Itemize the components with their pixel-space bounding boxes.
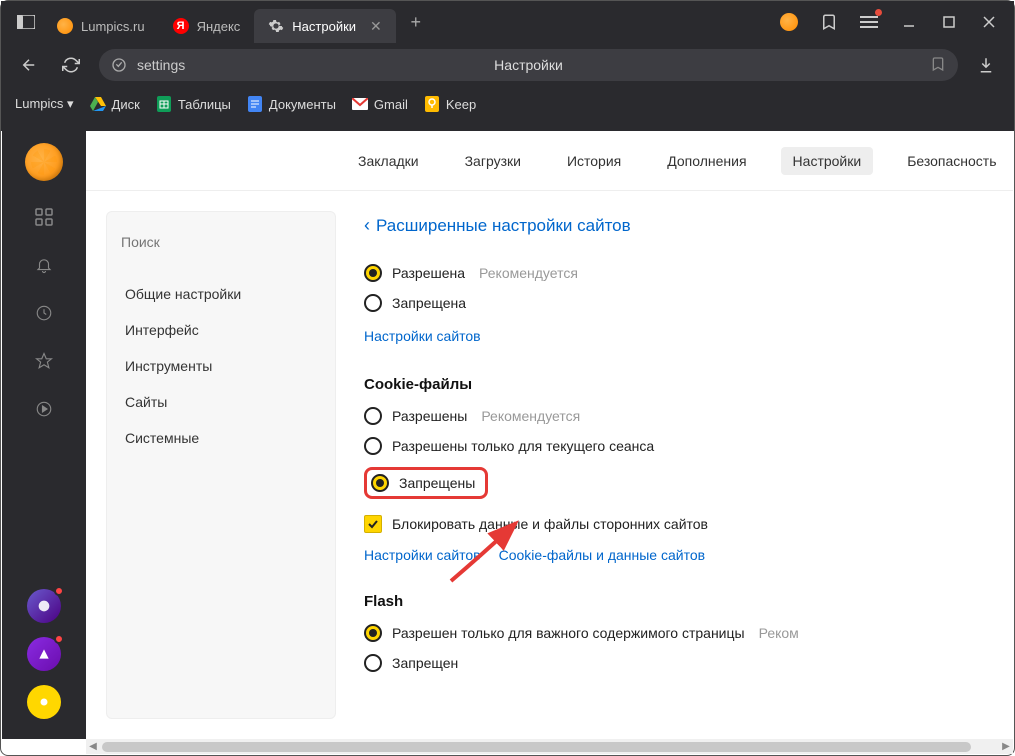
nav-security[interactable]: Безопасность	[895, 147, 1008, 175]
sidebar-item-system[interactable]: Системные	[107, 420, 335, 456]
radio-icon	[364, 264, 382, 282]
settings-page: Закладки Загрузки История Дополнения Нас…	[86, 131, 1013, 739]
radio-icon	[364, 654, 382, 672]
grid-icon[interactable]	[32, 205, 56, 229]
radio-icon	[364, 407, 382, 425]
nav-downloads[interactable]: Загрузки	[453, 147, 533, 175]
radio-cookies-session[interactable]: Разрешены только для текущего сеанса	[364, 437, 1009, 455]
star-icon[interactable]	[32, 349, 56, 373]
bookmarks-bar: Lumpics ▾ Диск Таблицы Документы Gmail K…	[1, 87, 1014, 121]
maximize-icon[interactable]	[938, 11, 960, 33]
bookmark-disk[interactable]: Диск	[90, 96, 140, 112]
tab-settings[interactable]: Настройки ✕	[254, 9, 395, 43]
page-title: Настройки	[494, 57, 563, 73]
menu-icon[interactable]	[858, 11, 880, 33]
orange-icon	[57, 18, 73, 34]
sidebar-item-general[interactable]: Общие настройки	[107, 276, 335, 312]
radio-flash-important[interactable]: Разрешен только для важного содержимого …	[364, 624, 1009, 642]
sidebar-item-tools[interactable]: Инструменты	[107, 348, 335, 384]
browser-chrome: Lumpics.ru Я Яндекс Настройки ✕ +	[1, 1, 1014, 131]
gmail-icon	[352, 96, 368, 112]
checkbox-block-thirdparty[interactable]: Блокировать данные и файлы сторонних сай…	[364, 515, 1009, 533]
minimize-icon[interactable]	[898, 11, 920, 33]
address-bar[interactable]: settings Настройки	[99, 49, 958, 81]
chevron-left-icon: ‹	[364, 215, 370, 236]
panel-toggle-icon[interactable]	[9, 8, 43, 36]
bookmark-sheets[interactable]: Таблицы	[156, 96, 231, 112]
sidebar-item-sites[interactable]: Сайты	[107, 384, 335, 420]
drive-icon	[90, 96, 106, 112]
radio-icon	[364, 437, 382, 455]
close-window-icon[interactable]	[978, 11, 1000, 33]
tab-lumpics[interactable]: Lumpics.ru	[43, 9, 159, 43]
scroll-right-icon[interactable]: ▶	[999, 741, 1013, 752]
nav-bookmarks[interactable]: Закладки	[346, 147, 431, 175]
link-cookie-data[interactable]: Cookie-файлы и данные сайтов	[499, 547, 705, 563]
address-bar-row: settings Настройки	[1, 43, 1014, 87]
back-link[interactable]: ‹ Расширенные настройки сайтов	[364, 215, 1009, 236]
rail-app-2[interactable]	[27, 637, 61, 671]
radio-cookies-blocked[interactable]: Запрещены	[371, 474, 475, 492]
bookmark-lumpics[interactable]: Lumpics ▾	[15, 96, 74, 112]
profile-avatar[interactable]	[25, 143, 63, 181]
bookmark-icon[interactable]	[818, 11, 840, 33]
rail-app-1[interactable]	[27, 589, 61, 623]
orange-icon[interactable]	[778, 11, 800, 33]
reload-button[interactable]	[57, 51, 85, 79]
link-site-settings-2[interactable]: Настройки сайтов	[364, 547, 481, 563]
back-button[interactable]	[15, 51, 43, 79]
downloads-button[interactable]	[972, 51, 1000, 79]
bell-icon[interactable]	[32, 253, 56, 277]
bookmark-keep[interactable]: Keep	[424, 96, 476, 112]
radio-allowed[interactable]: Разрешена Рекомендуется	[364, 264, 1009, 282]
keep-icon	[424, 96, 440, 112]
horizontal-scrollbar[interactable]: ◀ ▶	[86, 739, 1013, 754]
checkbox-icon	[364, 515, 382, 533]
bookmark-docs[interactable]: Документы	[247, 96, 336, 112]
radio-icon	[364, 624, 382, 642]
radio-flash-blocked[interactable]: Запрещен	[364, 654, 1009, 672]
tab-label: Настройки	[292, 19, 356, 34]
close-icon[interactable]: ✕	[370, 18, 382, 35]
play-icon[interactable]	[32, 397, 56, 421]
rail-app-3[interactable]	[27, 685, 61, 719]
settings-top-nav: Закладки Загрузки История Дополнения Нас…	[86, 131, 1013, 191]
window-toolbar	[778, 11, 1014, 33]
tab-label: Яндекс	[197, 19, 241, 34]
left-rail	[2, 131, 86, 739]
scroll-thumb[interactable]	[102, 742, 971, 752]
section-title-flash: Flash	[364, 593, 1009, 610]
nav-addons[interactable]: Дополнения	[655, 147, 758, 175]
radio-icon	[364, 294, 382, 312]
bookmark-gmail[interactable]: Gmail	[352, 96, 408, 112]
link-site-settings[interactable]: Настройки сайтов	[364, 328, 481, 344]
gear-icon	[268, 18, 284, 34]
yandex-icon: Я	[173, 18, 189, 34]
settings-sidebar: Общие настройки Интерфейс Инструменты Са…	[106, 211, 336, 719]
search-input[interactable]	[121, 226, 321, 258]
docs-icon	[247, 96, 263, 112]
new-tab-button[interactable]: +	[402, 8, 430, 36]
tab-yandex[interactable]: Я Яндекс	[159, 9, 255, 43]
tab-label: Lumpics.ru	[81, 19, 145, 34]
radio-forbidden[interactable]: Запрещена	[364, 294, 1009, 312]
sidebar-item-interface[interactable]: Интерфейс	[107, 312, 335, 348]
site-info-icon[interactable]	[111, 57, 127, 73]
sheets-icon	[156, 96, 172, 112]
radio-icon	[371, 474, 389, 492]
settings-body: ‹ Расширенные настройки сайтов Разрешена…	[336, 191, 1013, 739]
nav-history[interactable]: История	[555, 147, 633, 175]
radio-cookies-allowed[interactable]: Разрешены Рекомендуется	[364, 407, 1009, 425]
bookmark-star-icon[interactable]	[930, 56, 946, 75]
url-text: settings	[137, 57, 185, 73]
nav-settings[interactable]: Настройки	[781, 147, 874, 175]
section-title-cookies: Cookie-файлы	[364, 376, 1009, 393]
highlight-annotation: Запрещены	[364, 467, 488, 499]
tab-strip: Lumpics.ru Я Яндекс Настройки ✕ +	[1, 1, 1014, 43]
scroll-left-icon[interactable]: ◀	[86, 741, 100, 752]
history-icon[interactable]	[32, 301, 56, 325]
